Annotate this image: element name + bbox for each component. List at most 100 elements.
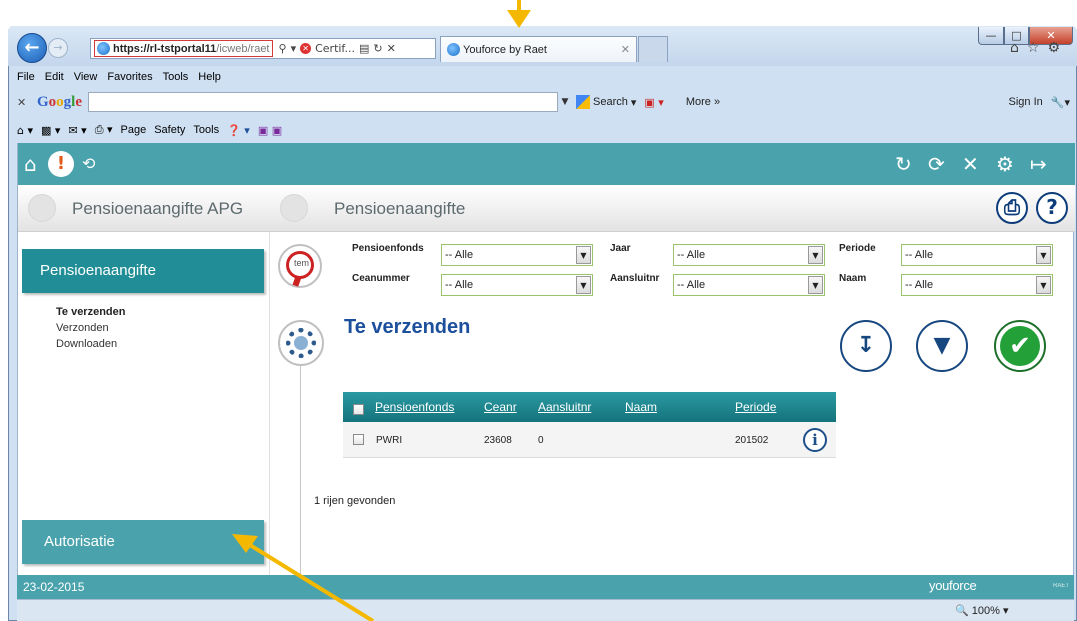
back-button[interactable]: ← <box>17 33 47 63</box>
undo-icon[interactable]: ↻ <box>895 152 912 176</box>
new-tab-button[interactable] <box>638 36 668 62</box>
home-icon[interactable]: ⌂ <box>1010 40 1019 56</box>
menu-view[interactable]: View <box>74 71 98 83</box>
logout-icon[interactable]: ↦ <box>1030 152 1047 176</box>
print-icon[interactable]: ⎙ ▾ <box>95 123 113 137</box>
tab-favicon-icon <box>447 43 460 56</box>
command-page[interactable]: Page <box>121 124 147 136</box>
browser-right-icons: ⌂ ☆ ⚙ <box>1010 40 1060 56</box>
google-more-button[interactable]: More » <box>686 96 720 108</box>
settings-icon[interactable]: ⚙ <box>996 152 1014 176</box>
popup-blocker-icon[interactable]: ▣ ▾ <box>644 96 663 109</box>
command-tools[interactable]: Tools <box>193 124 219 136</box>
module-logo-icon <box>280 194 308 222</box>
main-content: tem Pensioenfonds -- Alle ▼ Ceanummer --… <box>270 232 1075 599</box>
chevron-down-icon[interactable]: ▾ <box>291 42 297 55</box>
jaar-select[interactable]: -- Alle ▼ <box>673 244 825 266</box>
app-topbar: ⌂ ! ⟲ ↻ ⟳ ✕ ⚙ ↦ <box>18 143 1075 185</box>
help-button[interactable]: ? <box>1036 192 1068 224</box>
column-header-naam[interactable]: Naam <box>625 400 657 414</box>
help-icon[interactable]: ❓ ▾ <box>227 124 250 137</box>
filter-label-aansluitnr: Aansluitnr <box>610 273 660 284</box>
filter-button[interactable]: ▼ <box>916 320 968 372</box>
confirm-button[interactable]: ✔ <box>994 320 1046 372</box>
aansluitnr-select[interactable]: -- Alle ▼ <box>673 274 825 296</box>
refresh-icon[interactable]: ↻ <box>373 42 382 55</box>
pensioenfonds-select[interactable]: -- Alle ▼ <box>441 244 593 266</box>
menu-tools[interactable]: Tools <box>163 71 189 83</box>
menu-favorites[interactable]: Favorites <box>107 71 152 83</box>
tools-icon[interactable]: ✕ <box>962 152 979 176</box>
periode-select[interactable]: -- Alle ▼ <box>901 244 1053 266</box>
certificate-label[interactable]: Certif... <box>315 42 355 55</box>
alert-icon[interactable]: ! <box>48 151 74 177</box>
column-header-ceanr[interactable]: Ceanr <box>484 400 517 414</box>
url-host: https://rl-tstportal11 <box>113 42 217 55</box>
filter-label-naam: Naam <box>839 273 867 284</box>
menu-file[interactable]: File <box>17 71 35 83</box>
sync-icon[interactable]: ⟲ <box>82 152 95 176</box>
home-icon[interactable]: ⌂ ▾ <box>17 124 33 137</box>
mail-icon[interactable]: ✉ ▾ <box>68 124 86 137</box>
chevron-down-icon[interactable]: ▼ <box>558 92 572 112</box>
browser-statusbar: 🔍 100% ▾ <box>17 599 1074 621</box>
compatibility-icon[interactable]: ▤ <box>359 42 369 55</box>
favorites-star-icon[interactable]: ☆ <box>1027 40 1040 56</box>
sidebar-item-verzonden[interactable]: Verzonden <box>56 320 126 336</box>
tab-youforce[interactable]: Youforce by Raet ✕ <box>440 36 637 62</box>
command-bar: ⌂ ▾ ▩ ▾ ✉ ▾ ⎙ ▾ Page Safety Tools ❓ ▾ ▣ … <box>17 119 282 141</box>
search-icon[interactable]: ⚲ <box>279 42 287 55</box>
periode-select-value: -- Alle <box>905 249 934 261</box>
gear-icon[interactable]: ⚙ <box>1047 40 1060 56</box>
zoom-level[interactable]: 🔍 100% ▾ <box>955 604 1008 617</box>
google-search-input[interactable] <box>88 92 559 112</box>
cell-ceanr: 23608 <box>484 435 512 446</box>
google-search-button[interactable]: Search ▾ <box>576 95 636 109</box>
ceanummer-select[interactable]: -- Alle ▼ <box>441 274 593 296</box>
print-button[interactable]: ⎙ <box>996 192 1028 224</box>
jaar-select-value: -- Alle <box>677 249 706 261</box>
url-path: /icweb/raet <box>216 42 270 55</box>
close-toolbar-icon[interactable]: ✕ <box>17 96 31 109</box>
history-icon[interactable]: ⟳ <box>928 152 945 176</box>
column-header-periode[interactable]: Periode <box>735 400 776 414</box>
table-row[interactable]: PWRI 23608 0 201502 i <box>343 422 836 458</box>
forward-button[interactable]: → <box>48 38 68 58</box>
address-bar[interactable]: https://rl-tstportal11/icweb/raet ⚲ ▾ ✕ … <box>90 38 436 59</box>
naam-select[interactable]: -- Alle ▼ <box>901 274 1053 296</box>
stop-icon[interactable]: ✕ <box>387 42 396 55</box>
download-button[interactable]: ↧ <box>840 320 892 372</box>
sidebar-item-te-verzenden[interactable]: Te verzenden <box>56 304 126 320</box>
lens-text: tem <box>294 258 310 268</box>
sidebar-item-downloaden[interactable]: Downloaden <box>56 336 126 352</box>
feeds-icon[interactable]: ▩ ▾ <box>41 124 60 137</box>
home-icon[interactable]: ⌂ <box>24 152 37 176</box>
google-search-icon <box>576 95 591 109</box>
google-signin-button[interactable]: Sign In <box>1009 96 1043 108</box>
google-search-label: Search <box>593 96 628 108</box>
chevron-down-icon: ▼ <box>1036 276 1051 294</box>
raet-logo: RAET <box>1053 583 1070 589</box>
onenote-icon[interactable]: ▣ ▣ <box>258 124 282 137</box>
column-header-aansluitnr[interactable]: Aansluitnr <box>538 400 591 414</box>
breadcrumb: Pensioenaangifte APG Pensioenaangifte ⎙ … <box>18 185 1075 232</box>
menu-help[interactable]: Help <box>198 71 221 83</box>
breadcrumb-item-apg[interactable]: Pensioenaangifte APG <box>72 199 243 219</box>
command-safety[interactable]: Safety <box>154 124 185 136</box>
pensioenfonds-select-value: -- Alle <box>445 249 474 261</box>
tab-close-icon[interactable]: ✕ <box>621 43 630 56</box>
certificate-error-icon[interactable]: ✕ <box>300 43 312 54</box>
filter-label-jaar: Jaar <box>610 243 631 254</box>
minimize-button[interactable]: — <box>978 27 1004 45</box>
rows-found-label: 1 rijen gevonden <box>314 495 396 507</box>
wrench-icon[interactable]: 🔧▾ <box>1051 96 1070 109</box>
column-header-pensioenfonds[interactable]: Pensioenfonds <box>375 400 454 414</box>
select-all-checkbox[interactable] <box>353 404 364 415</box>
row-checkbox[interactable] <box>353 434 364 445</box>
naam-select-value: -- Alle <box>905 279 934 291</box>
sidebar-item-autorisatie[interactable]: Autorisatie <box>22 520 264 564</box>
menu-edit[interactable]: Edit <box>45 71 64 83</box>
info-icon[interactable]: i <box>803 428 827 452</box>
gear-icon <box>278 320 324 366</box>
sidebar-item-pensioenaangifte[interactable]: Pensioenaangifte <box>22 249 264 293</box>
